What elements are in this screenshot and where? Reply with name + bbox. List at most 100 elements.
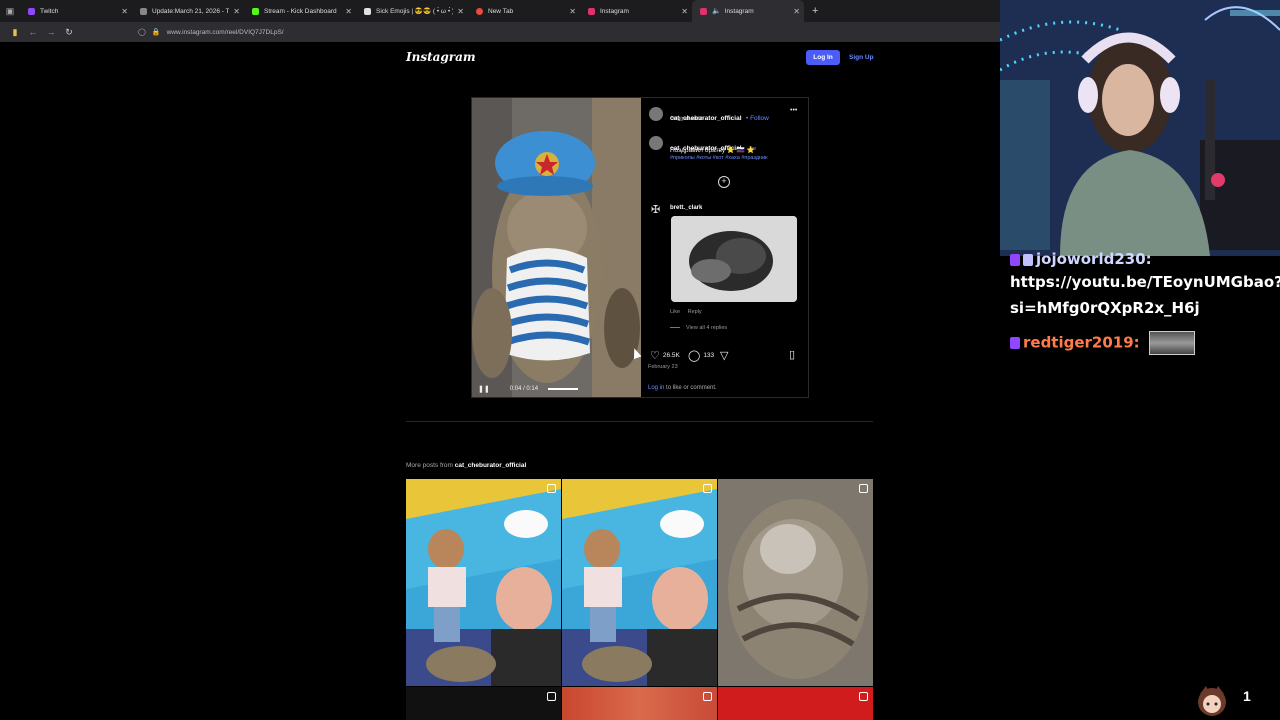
- webcam-overlay: [1000, 0, 1280, 256]
- login-button[interactable]: Log In: [806, 50, 840, 65]
- login-prompt: to like or comment.: [664, 385, 717, 391]
- monkey-and-man-image: [562, 479, 717, 686]
- commenter-avatar-icon[interactable]: ✠: [651, 204, 663, 216]
- back-icon[interactable]: ←: [24, 27, 42, 37]
- caption-text: Поздравил братву ⭐ 🇷🇺 ⭐: [670, 147, 755, 154]
- share-icon[interactable]: ▽: [720, 349, 728, 362]
- post-thumbnail[interactable]: [406, 687, 561, 720]
- share-action[interactable]: ▽: [720, 349, 731, 362]
- url-field[interactable]: ◯ 🔒 www.instagram.com/reel/DVIQ7J7DLpS/: [138, 28, 284, 37]
- view-replies-link[interactable]: View all 4 replies: [686, 325, 727, 331]
- twitch-icon: [28, 7, 35, 15]
- close-icon[interactable]: ✕: [345, 7, 352, 16]
- comment-action[interactable]: ◯ 133: [688, 349, 714, 362]
- heart-icon[interactable]: ♡: [650, 349, 660, 362]
- tab-instagram-active[interactable]: 🔈 Instagram ✕: [692, 0, 804, 22]
- video-progress[interactable]: [548, 388, 579, 390]
- comment-reply-link[interactable]: Reply: [688, 309, 702, 315]
- close-icon[interactable]: ✕: [793, 7, 800, 16]
- tab-kick-dashboard[interactable]: Stream - Kick Dashboard ✕: [244, 0, 356, 22]
- comment-icon[interactable]: ◯: [688, 349, 700, 362]
- viewer-count: 1: [1243, 688, 1251, 704]
- post-sidebar: cat_cheburator_official • Follow Origina…: [648, 98, 810, 398]
- caption-avatar[interactable]: [649, 136, 663, 150]
- lock-icon[interactable]: 🔒: [152, 28, 161, 36]
- more-posts-heading: More posts from cat_cheburator_official: [406, 462, 526, 469]
- video-controls: ❚❚ 0:04 / 0:14: [472, 381, 641, 397]
- add-icon[interactable]: +: [718, 176, 730, 188]
- caption-hashtags[interactable]: #приколы #коты #кот #хаха #праздник: [670, 155, 768, 161]
- signup-link[interactable]: Sign Up: [849, 54, 874, 61]
- sleeping-cat-image: [718, 479, 873, 686]
- close-icon[interactable]: ✕: [121, 7, 128, 16]
- new-tab-button[interactable]: +: [804, 5, 826, 17]
- tab-instagram[interactable]: Instagram ✕: [580, 0, 692, 22]
- post-thumbnail[interactable]: [562, 479, 717, 686]
- tab-sick-emojis[interactable]: Sick Emojis | 😎😎 ( •̀ ω •́ )✧ 🌀✨ ✕: [356, 0, 468, 22]
- tab-title: Instagram: [724, 7, 754, 15]
- close-icon[interactable]: ✕: [569, 7, 576, 16]
- commenter-username[interactable]: brett._clark: [670, 205, 702, 211]
- forward-icon[interactable]: →: [42, 27, 60, 37]
- emoji-icon: [364, 7, 371, 15]
- divider: [406, 421, 873, 422]
- close-icon[interactable]: ✕: [681, 7, 688, 16]
- browser-tab-bar: ▣ Twitch ✕ Update:March 21, 2026 - The E…: [0, 0, 1000, 22]
- instagram-logo[interactable]: Instagram: [406, 50, 476, 64]
- screen: ▣ Twitch ✕ Update:March 21, 2026 - The E…: [0, 0, 1280, 720]
- reel-icon: [859, 692, 868, 701]
- like-action[interactable]: ♡ 26.5K: [650, 349, 680, 362]
- address-bar: ▮ ← → ↻ ◯ 🔒 www.instagram.com/reel/DVIQ7…: [0, 22, 1000, 42]
- save-action[interactable]: ▯: [789, 348, 798, 361]
- chat-username: redtiger2019:: [1023, 333, 1140, 352]
- comment-like-link[interactable]: Like: [670, 309, 680, 315]
- chat-message: redtiger2019:: [1010, 331, 1195, 355]
- more-posts-user[interactable]: cat_cheburator_official: [455, 462, 527, 469]
- comment-image: [671, 216, 797, 302]
- tab-twitch[interactable]: Twitch ✕: [20, 0, 132, 22]
- speaker-icon[interactable]: 🔈: [712, 7, 721, 15]
- follow-link[interactable]: • Follow: [746, 115, 769, 122]
- close-icon[interactable]: ✕: [457, 7, 464, 16]
- reel-icon: [703, 692, 712, 701]
- sidebar-icon[interactable]: ▮: [6, 27, 24, 38]
- tab-title: Sick Emojis | 😎😎 ( •̀ ω •́ )✧ 🌀✨: [376, 8, 453, 15]
- pause-icon[interactable]: ❚❚: [478, 385, 490, 393]
- login-link[interactable]: Log in: [648, 385, 664, 391]
- bookmark-icon[interactable]: ▯: [789, 348, 795, 361]
- close-icon[interactable]: ✕: [233, 7, 240, 16]
- reel-icon: [547, 692, 556, 701]
- instagram-icon: [700, 7, 707, 15]
- window-menu-icon[interactable]: ▣: [0, 0, 20, 22]
- reel-video[interactable]: ❚❚ 0:04 / 0:14: [472, 98, 641, 397]
- post-thumbnail[interactable]: [718, 687, 873, 720]
- sub-badge-icon: [1010, 253, 1020, 266]
- post-thumbnail[interactable]: [406, 479, 561, 686]
- likes-count: 26.5K: [662, 352, 680, 359]
- reel-icon: [703, 484, 712, 493]
- tab-update[interactable]: Update:March 21, 2026 - The E ✕: [132, 0, 244, 22]
- audio-label[interactable]: Original audio: [670, 116, 704, 122]
- url-text: www.instagram.com/reel/DVIQ7J7DLpS/: [166, 28, 284, 36]
- reel-icon: [859, 484, 868, 493]
- more-options-icon[interactable]: •••: [790, 107, 797, 114]
- sub-badge-icon: [1010, 337, 1020, 349]
- tab-title: Twitch: [40, 7, 59, 15]
- stream-chat: jojoworld230: https://youtu.be/TEoynUMGb…: [1000, 250, 1280, 720]
- post-date: February 23: [648, 364, 678, 370]
- kick-icon: [252, 7, 259, 15]
- shield-icon[interactable]: ◯: [138, 28, 146, 36]
- instagram-icon: [588, 7, 595, 15]
- post-thumbnail[interactable]: [718, 479, 873, 686]
- mod-badge-icon: [1023, 253, 1033, 266]
- tab-new-tab[interactable]: New Tab ✕: [468, 0, 580, 22]
- reel-icon: [547, 484, 556, 493]
- post-thumbnail[interactable]: [562, 687, 717, 720]
- avatar[interactable]: [649, 107, 663, 121]
- webcam-image: [1000, 0, 1280, 256]
- reload-icon[interactable]: ↻: [60, 27, 78, 38]
- new-tab-icon: [476, 7, 483, 15]
- tab-title: Instagram: [600, 7, 629, 15]
- chat-message: jojoworld230:: [1010, 250, 1152, 268]
- mascot-icon: [1198, 686, 1226, 716]
